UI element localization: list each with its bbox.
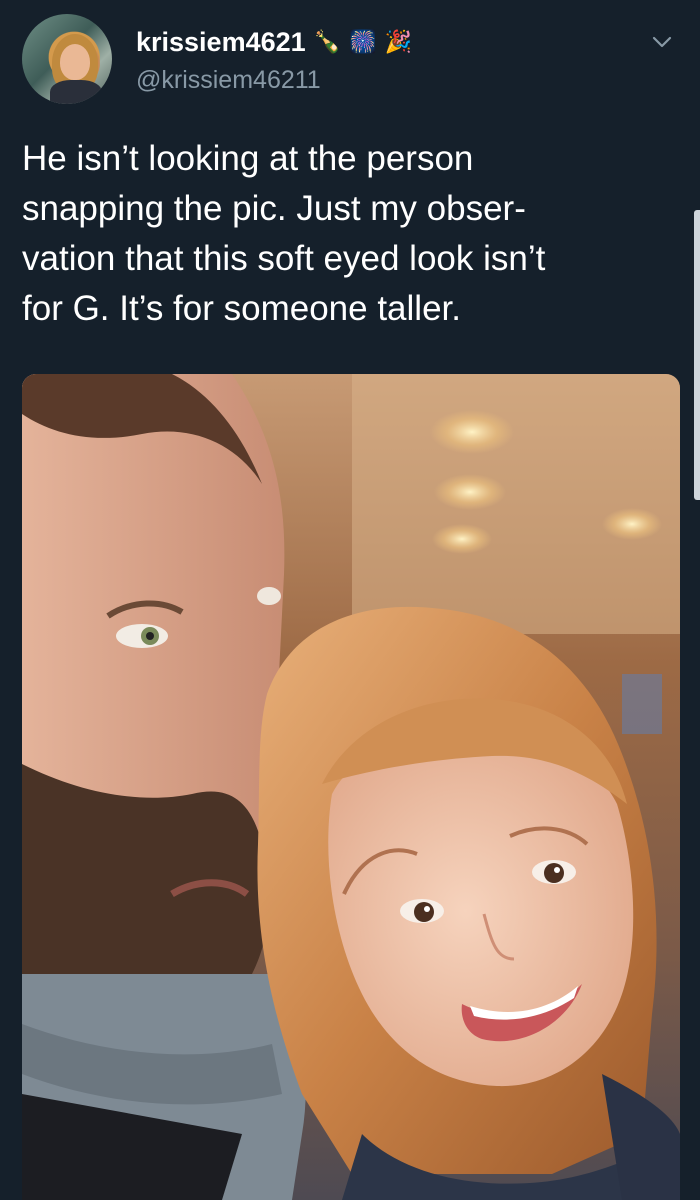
photo-illustration: [22, 374, 680, 1200]
avatar-face: [60, 44, 90, 80]
fireworks-emoji-icon: 🎆: [349, 29, 377, 54]
avatar[interactable]: [22, 14, 112, 104]
display-name[interactable]: krissiem4621: [136, 27, 306, 58]
display-name-row: krissiem4621 🍾 🎆 🎉: [136, 22, 412, 62]
champagne-emoji-icon: 🍾: [313, 29, 342, 54]
avatar-shirt: [50, 80, 102, 104]
user-handle[interactable]: @krissiem46211: [136, 66, 412, 95]
user-info: krissiem4621 🍾 🎆 🎉 @krissiem46211: [136, 22, 412, 95]
chevron-down-icon[interactable]: [648, 28, 676, 56]
tweet-photo[interactable]: [22, 374, 680, 1200]
tweet-text: He isn’t looking at the person snapping …: [22, 139, 546, 328]
scrollbar[interactable]: [694, 210, 700, 500]
tweet: krissiem4621 🍾 🎆 🎉 @krissiem46211 He isn…: [0, 0, 700, 1200]
party-popper-emoji-icon: 🎉: [384, 29, 412, 54]
